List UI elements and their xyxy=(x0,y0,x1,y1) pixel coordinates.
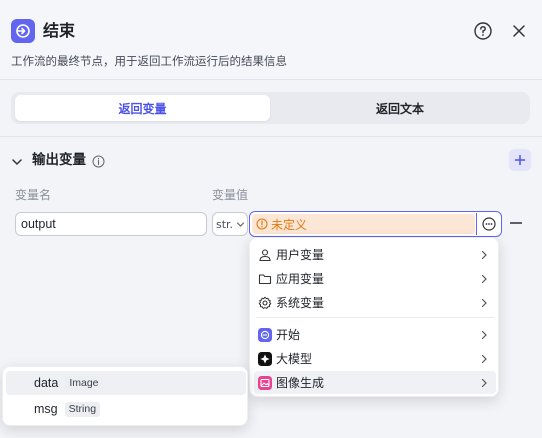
user-icon xyxy=(258,248,272,262)
menu-item-app-variables[interactable]: 应用变量 xyxy=(254,267,496,290)
menu-item-llm-node[interactable]: 大模型 xyxy=(254,347,496,370)
menu-divider xyxy=(256,317,494,318)
llm-node-icon xyxy=(258,351,272,366)
variable-reference-button[interactable] xyxy=(476,213,500,235)
start-node-icon xyxy=(258,327,272,342)
tab-return-text[interactable]: 返回文本 xyxy=(274,95,526,121)
tab-return-variables[interactable]: 返回变量 xyxy=(15,95,270,121)
panel-header: 结束 工作流的最终节点，用于返回工作流运行后的结果信息 xyxy=(0,0,542,80)
menu-item-label: 用户变量 xyxy=(276,248,325,262)
undefined-value-tag: 未定义 xyxy=(252,214,475,234)
menu-item-label: 开始 xyxy=(276,328,301,342)
node-description: 工作流的最终节点，用于返回工作流运行后的结果信息 xyxy=(11,54,287,68)
output-type-badge: Image xyxy=(65,375,103,391)
add-variable-button[interactable] xyxy=(509,149,531,171)
plus-icon xyxy=(514,154,526,166)
close-icon[interactable] xyxy=(509,21,529,41)
undefined-label: 未定义 xyxy=(271,217,308,232)
menu-item-label: 图像生成 xyxy=(276,376,325,390)
value-type-label: str. xyxy=(216,217,234,231)
chevron-right-icon xyxy=(481,354,487,364)
chevron-right-icon xyxy=(481,298,487,308)
gear-icon xyxy=(258,296,272,310)
output-name: msg xyxy=(34,402,58,416)
return-mode-tabs: 返回变量 返回文本 xyxy=(11,92,530,124)
menu-item-start-node[interactable]: 开始 xyxy=(254,323,496,346)
chevron-down-icon xyxy=(236,221,245,227)
output-name: data xyxy=(34,376,59,390)
divider xyxy=(0,79,542,80)
image-gen-output-submenu: data Image msg String xyxy=(2,366,248,426)
chevron-right-icon xyxy=(481,330,487,340)
value-type-select[interactable]: str. xyxy=(212,212,248,236)
folder-icon xyxy=(258,272,272,286)
end-node-icon xyxy=(11,19,35,43)
column-header-name: 变量名 xyxy=(15,188,52,202)
variable-source-menu: 用户变量 应用变量 系统变量 开始 大模型 图像生成 xyxy=(249,237,499,397)
menu-item-label: 系统变量 xyxy=(276,296,325,310)
submenu-item-msg[interactable]: msg String xyxy=(6,397,246,421)
menu-item-label: 应用变量 xyxy=(276,272,325,286)
end-node-panel: 结束 工作流的最终节点，用于返回工作流运行后的结果信息 返回变量 返回文本 输出… xyxy=(0,0,542,438)
reference-icon xyxy=(481,217,496,231)
menu-item-label: 大模型 xyxy=(276,352,313,366)
chevron-right-icon xyxy=(481,378,487,388)
variable-value-field[interactable]: 未定义 xyxy=(249,211,502,237)
chevron-down-icon[interactable] xyxy=(11,153,23,165)
help-icon[interactable] xyxy=(473,21,493,41)
image-gen-node-icon xyxy=(258,375,272,390)
output-type-badge: String xyxy=(64,401,101,417)
chevron-right-icon xyxy=(481,274,487,284)
submenu-item-data[interactable]: data Image xyxy=(6,371,246,395)
node-title[interactable]: 结束 xyxy=(43,19,75,43)
menu-item-user-variables[interactable]: 用户变量 xyxy=(254,243,496,266)
chevron-right-icon xyxy=(481,250,487,260)
section-title: 输出变量 xyxy=(32,152,86,168)
info-icon[interactable] xyxy=(92,153,105,168)
variable-name-input[interactable]: output xyxy=(15,212,207,236)
column-header-value: 变量值 xyxy=(212,188,249,202)
menu-item-image-gen-node[interactable]: 图像生成 xyxy=(254,371,496,394)
divider xyxy=(0,136,542,137)
remove-variable-button[interactable] xyxy=(510,222,522,224)
warning-icon xyxy=(256,218,268,230)
menu-item-system-variables[interactable]: 系统变量 xyxy=(254,291,496,314)
